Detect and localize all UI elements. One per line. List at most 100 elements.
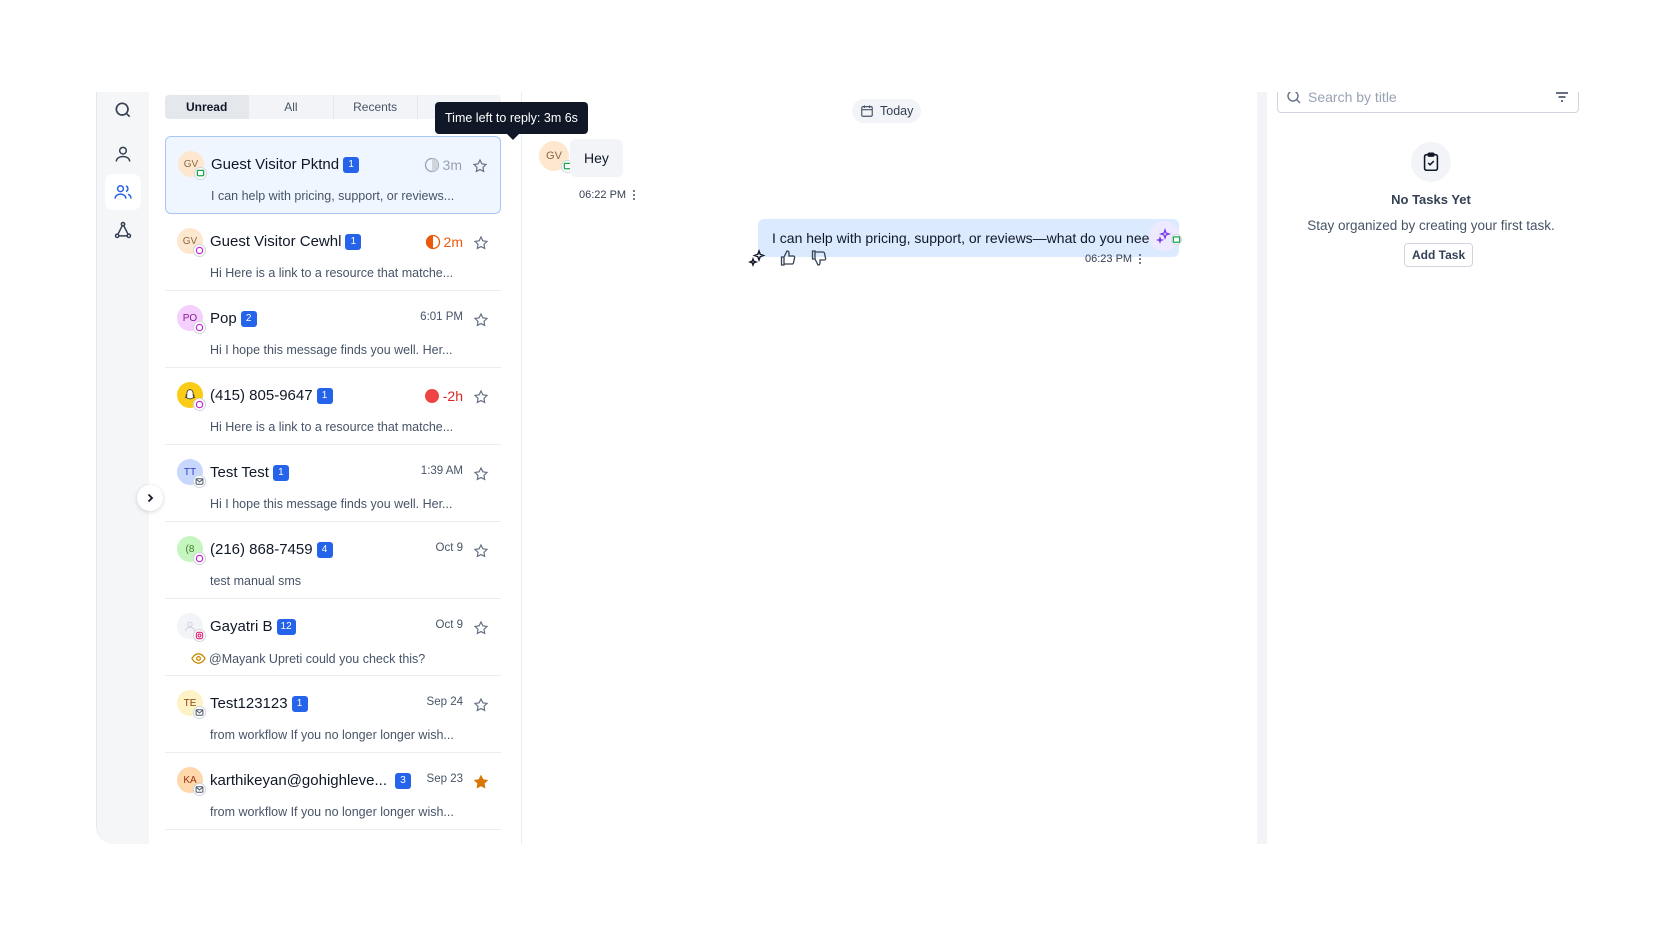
mail-icon: [195, 478, 204, 485]
conversation-name: Gayatri B 12: [210, 618, 296, 635]
messenger-channel-badge: [193, 398, 206, 411]
star-icon[interactable]: [473, 697, 489, 713]
timestamp: 1:39 AM: [420, 465, 463, 477]
reply-timer-value: 2m: [443, 234, 463, 250]
message-preview: Hi I hope this message finds you well. H…: [210, 343, 453, 357]
mail-icon: [195, 786, 204, 793]
chevron-right-icon: [147, 493, 154, 503]
ai-sparkle-icon[interactable]: [748, 249, 766, 267]
unread-count: 2: [240, 311, 257, 327]
star-icon[interactable]: [473, 389, 489, 405]
task-search-input[interactable]: [1308, 92, 1548, 105]
email-channel-badge: [193, 783, 206, 796]
contact-name: (415) 805-9647: [210, 387, 313, 404]
contact-name: Guest Visitor Cewhl: [210, 233, 342, 250]
conversation-name: Pop 2: [210, 310, 257, 327]
timestamp: 6:01 PM: [420, 311, 463, 323]
clipboard-check-icon: [1423, 152, 1439, 172]
message-preview: I can help with pricing, support, or rev…: [211, 189, 455, 203]
unread-count: 3: [395, 773, 411, 789]
timer-pie-icon: [424, 157, 439, 173]
incoming-message: Hey: [570, 139, 623, 177]
internal-comment-text: @Mayank Upreti could you check this?: [209, 652, 426, 666]
empty-tasks-illustration: [1411, 142, 1451, 182]
tab-all[interactable]: All: [249, 95, 334, 119]
star-icon[interactable]: [473, 312, 489, 328]
conversation-item[interactable]: GV Guest Visitor Cewhl 1 2m Hi Here is a …: [165, 214, 501, 291]
conversation-item[interactable]: TT Test Test 1 1:39 AM Hi I hope this mes…: [165, 445, 501, 522]
chat-widget-icon: [196, 169, 205, 177]
more-options-icon[interactable]: [632, 189, 636, 201]
message-preview: Hi Here is a link to a resource that mat…: [210, 420, 454, 434]
reply-timer-value: -2h: [442, 388, 463, 404]
reply-timer: 2m: [425, 234, 463, 250]
star-filled-icon[interactable]: [473, 774, 489, 790]
timestamp: Oct 9: [435, 619, 463, 631]
unread-count: 4: [316, 542, 333, 558]
rail-workflow-button[interactable]: [105, 212, 141, 248]
thumbs-up-icon[interactable]: [779, 249, 797, 267]
conversation-item[interactable]: Gayatri B 12 Oct 9 @Mayank Upreti could y…: [165, 599, 501, 676]
reply-timer: -2h: [424, 388, 463, 404]
rail-conversations-button[interactable]: [105, 174, 141, 210]
conversation-name: (216) 868-7459 4: [210, 541, 333, 558]
timestamp: Sep 23: [426, 773, 463, 785]
star-icon[interactable]: [472, 158, 488, 174]
chat-channel-badge: [194, 167, 207, 180]
ai-agent-avatar: [1149, 221, 1182, 251]
conversation-item[interactable]: GV Guest Visitor Pktnd 1 3m I can help wi…: [165, 136, 501, 214]
conversation-item[interactable]: KA karthikeyan@gohighleve... 3 Sep 23 fro…: [165, 753, 501, 830]
date-separator: Today: [852, 99, 922, 123]
thumbs-down-icon[interactable]: [810, 249, 828, 267]
conversation-item[interactable]: (415) 805-9647 1 -2h Hi Here is a link to…: [165, 368, 501, 445]
conversation-name: Test123123 1: [210, 695, 308, 712]
email-channel-badge: [193, 475, 206, 488]
reply-timer-tooltip: Time left to reply: 3m 6s: [435, 102, 588, 140]
mail-icon: [195, 709, 204, 716]
sms-icon: [195, 554, 204, 563]
rail-contact-button[interactable]: [105, 136, 141, 172]
conversation-list-panel: Unread All Recents Starred Time left to …: [165, 92, 588, 844]
instagram-channel-badge: [193, 629, 206, 642]
unread-count: 1: [316, 388, 333, 404]
empty-tasks-subtitle: Stay organized by creating your first ta…: [1307, 218, 1555, 233]
more-options-icon[interactable]: [1138, 253, 1142, 265]
message-time: 06:22 PM: [579, 189, 627, 201]
messenger-channel-badge: [193, 244, 206, 257]
timer-half-icon: [425, 234, 440, 250]
message-time: 06:23 PM: [1085, 253, 1133, 265]
outgoing-message-meta: 06:23 PM: [1085, 253, 1142, 265]
message-preview: Hi I hope this message finds you well. H…: [210, 497, 453, 511]
expand-panel-button[interactable]: [137, 485, 163, 511]
messenger-icon: [195, 246, 204, 255]
filter-icon[interactable]: [1554, 92, 1570, 105]
star-icon[interactable]: [473, 620, 489, 636]
star-icon[interactable]: [473, 235, 489, 251]
message-preview: test manual sms: [210, 574, 302, 588]
email-channel-badge: [193, 706, 206, 719]
search-icon: [115, 102, 131, 118]
tab-recents[interactable]: Recents: [334, 95, 418, 119]
star-icon[interactable]: [473, 466, 489, 482]
contact-name: Test Test: [210, 464, 269, 481]
reply-timer: 3m: [424, 157, 462, 173]
conversation-item[interactable]: TE Test123123 1 Sep 24 from workflow If y…: [165, 676, 501, 753]
overdue-dot-icon: [424, 389, 439, 403]
conversation-name: karthikeyan@gohighleve... 3: [210, 772, 411, 789]
star-icon[interactable]: [473, 543, 489, 559]
tasks-panel: No Tasks Yet Stay organized by creating …: [1267, 92, 1584, 844]
tab-unread[interactable]: Unread: [165, 95, 250, 119]
panel-divider[interactable]: [1257, 92, 1267, 844]
app-window: Unread All Recents Starred Time left to …: [96, 92, 1584, 844]
reply-timer-value: 3m: [442, 157, 462, 173]
rail-search-button[interactable]: [105, 92, 141, 128]
conversation-list: GV Guest Visitor Pktnd 1 3m I can help wi…: [165, 136, 501, 830]
sms-channel-badge: [193, 552, 206, 565]
timestamp: Oct 9: [435, 542, 463, 554]
instagram-icon: [195, 631, 204, 640]
users-icon: [114, 185, 132, 199]
unread-count: 1: [345, 234, 362, 250]
conversation-item[interactable]: (8 (216) 868-7459 4 Oct 9 test manual sms: [165, 522, 501, 599]
add-task-button[interactable]: Add Task: [1404, 243, 1474, 267]
conversation-item[interactable]: PO Pop 2 6:01 PM Hi I hope this message f…: [165, 291, 501, 368]
